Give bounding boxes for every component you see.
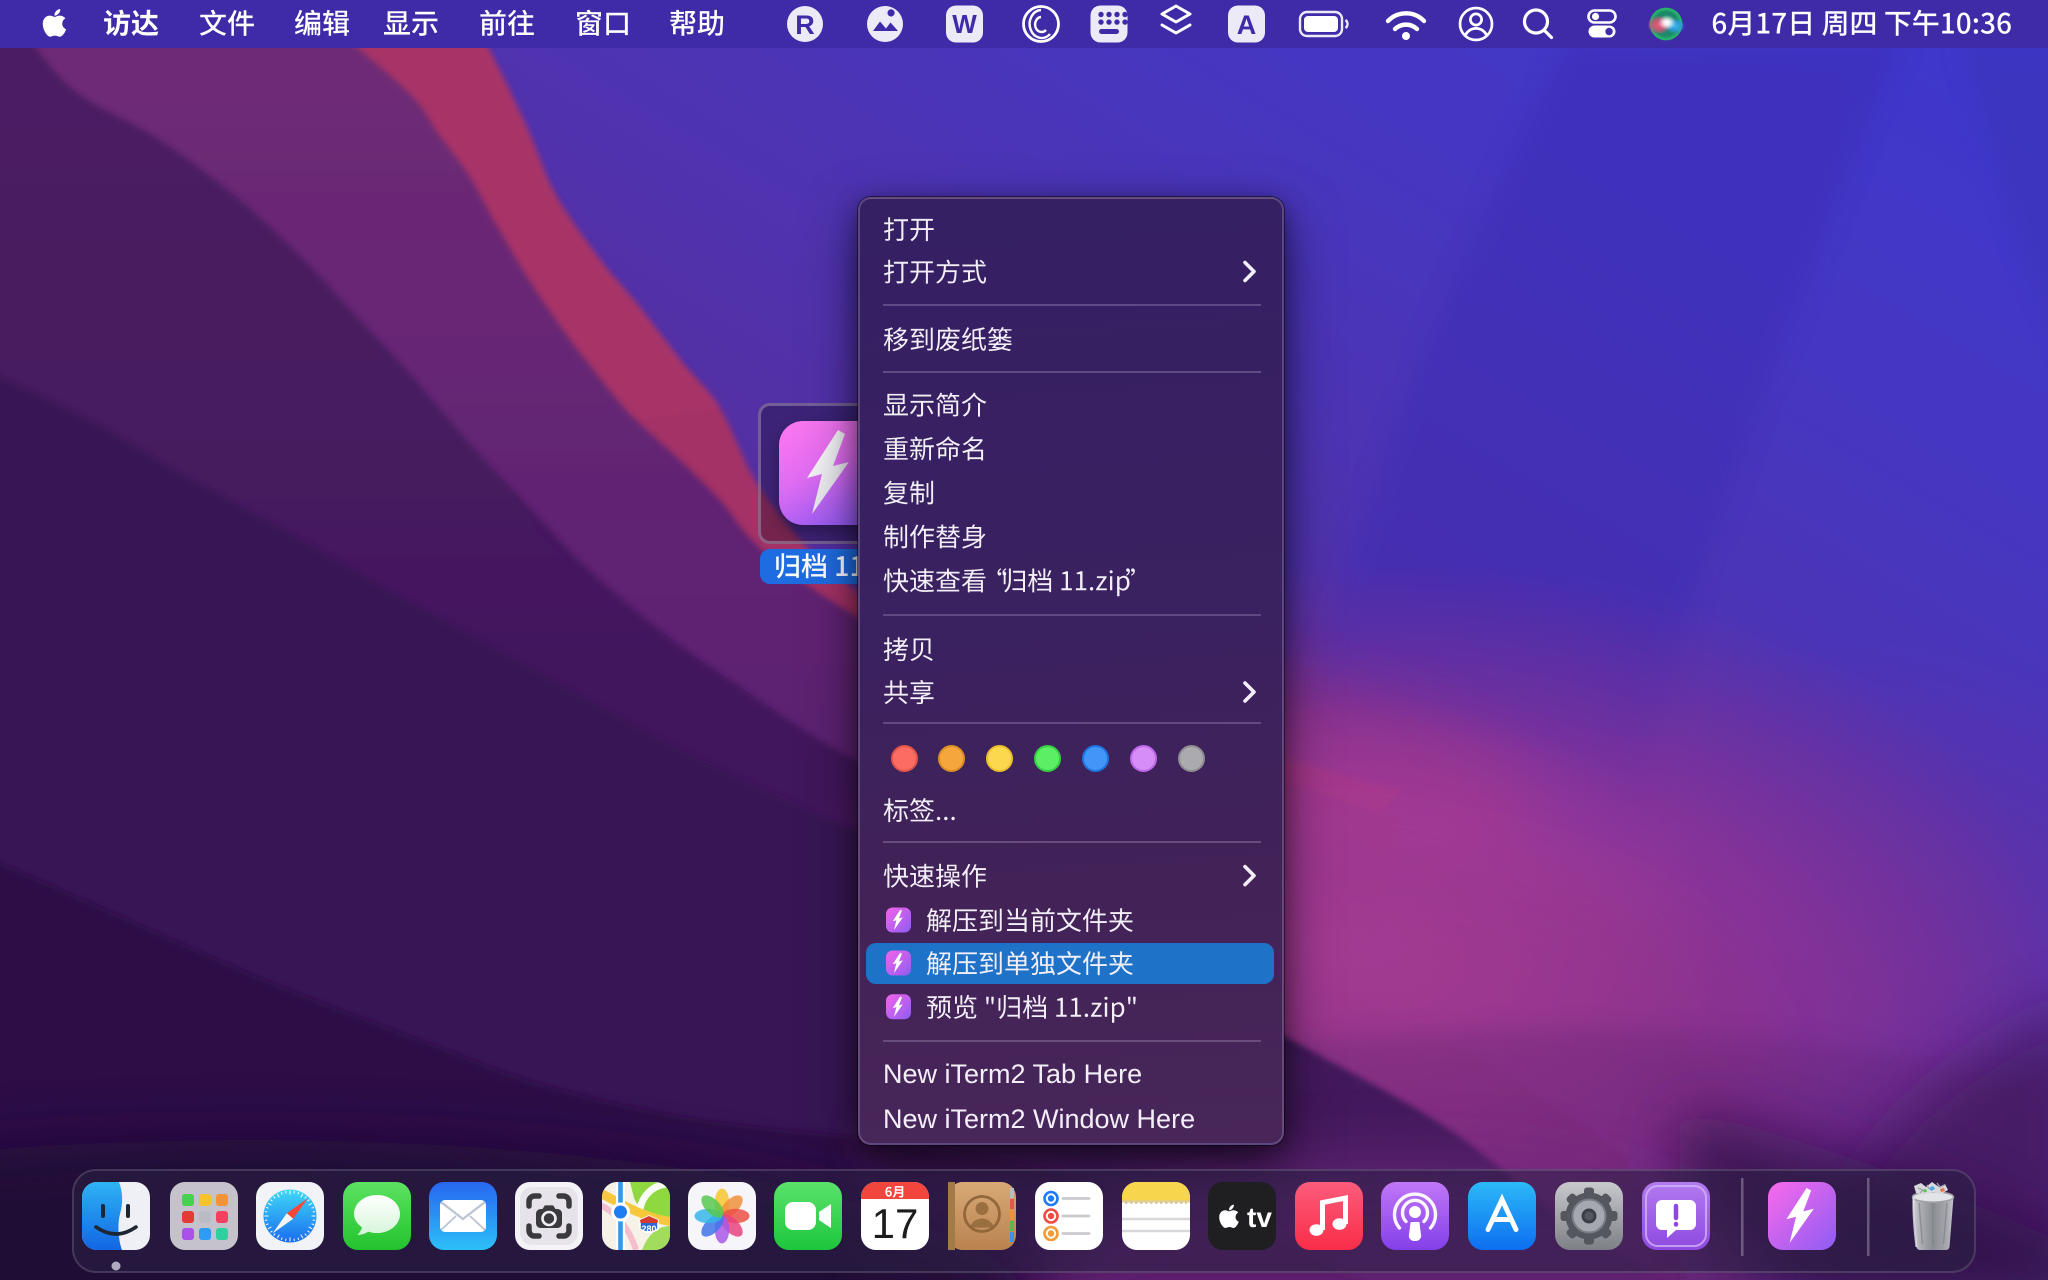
svg-text:R: R <box>795 10 815 40</box>
svg-text:tv: tv <box>1247 1202 1272 1233</box>
svg-text:W: W <box>952 9 977 39</box>
svg-text:17: 17 <box>872 1200 919 1247</box>
svg-text:280: 280 <box>641 1224 656 1234</box>
svg-text:A: A <box>1237 10 1257 40</box>
